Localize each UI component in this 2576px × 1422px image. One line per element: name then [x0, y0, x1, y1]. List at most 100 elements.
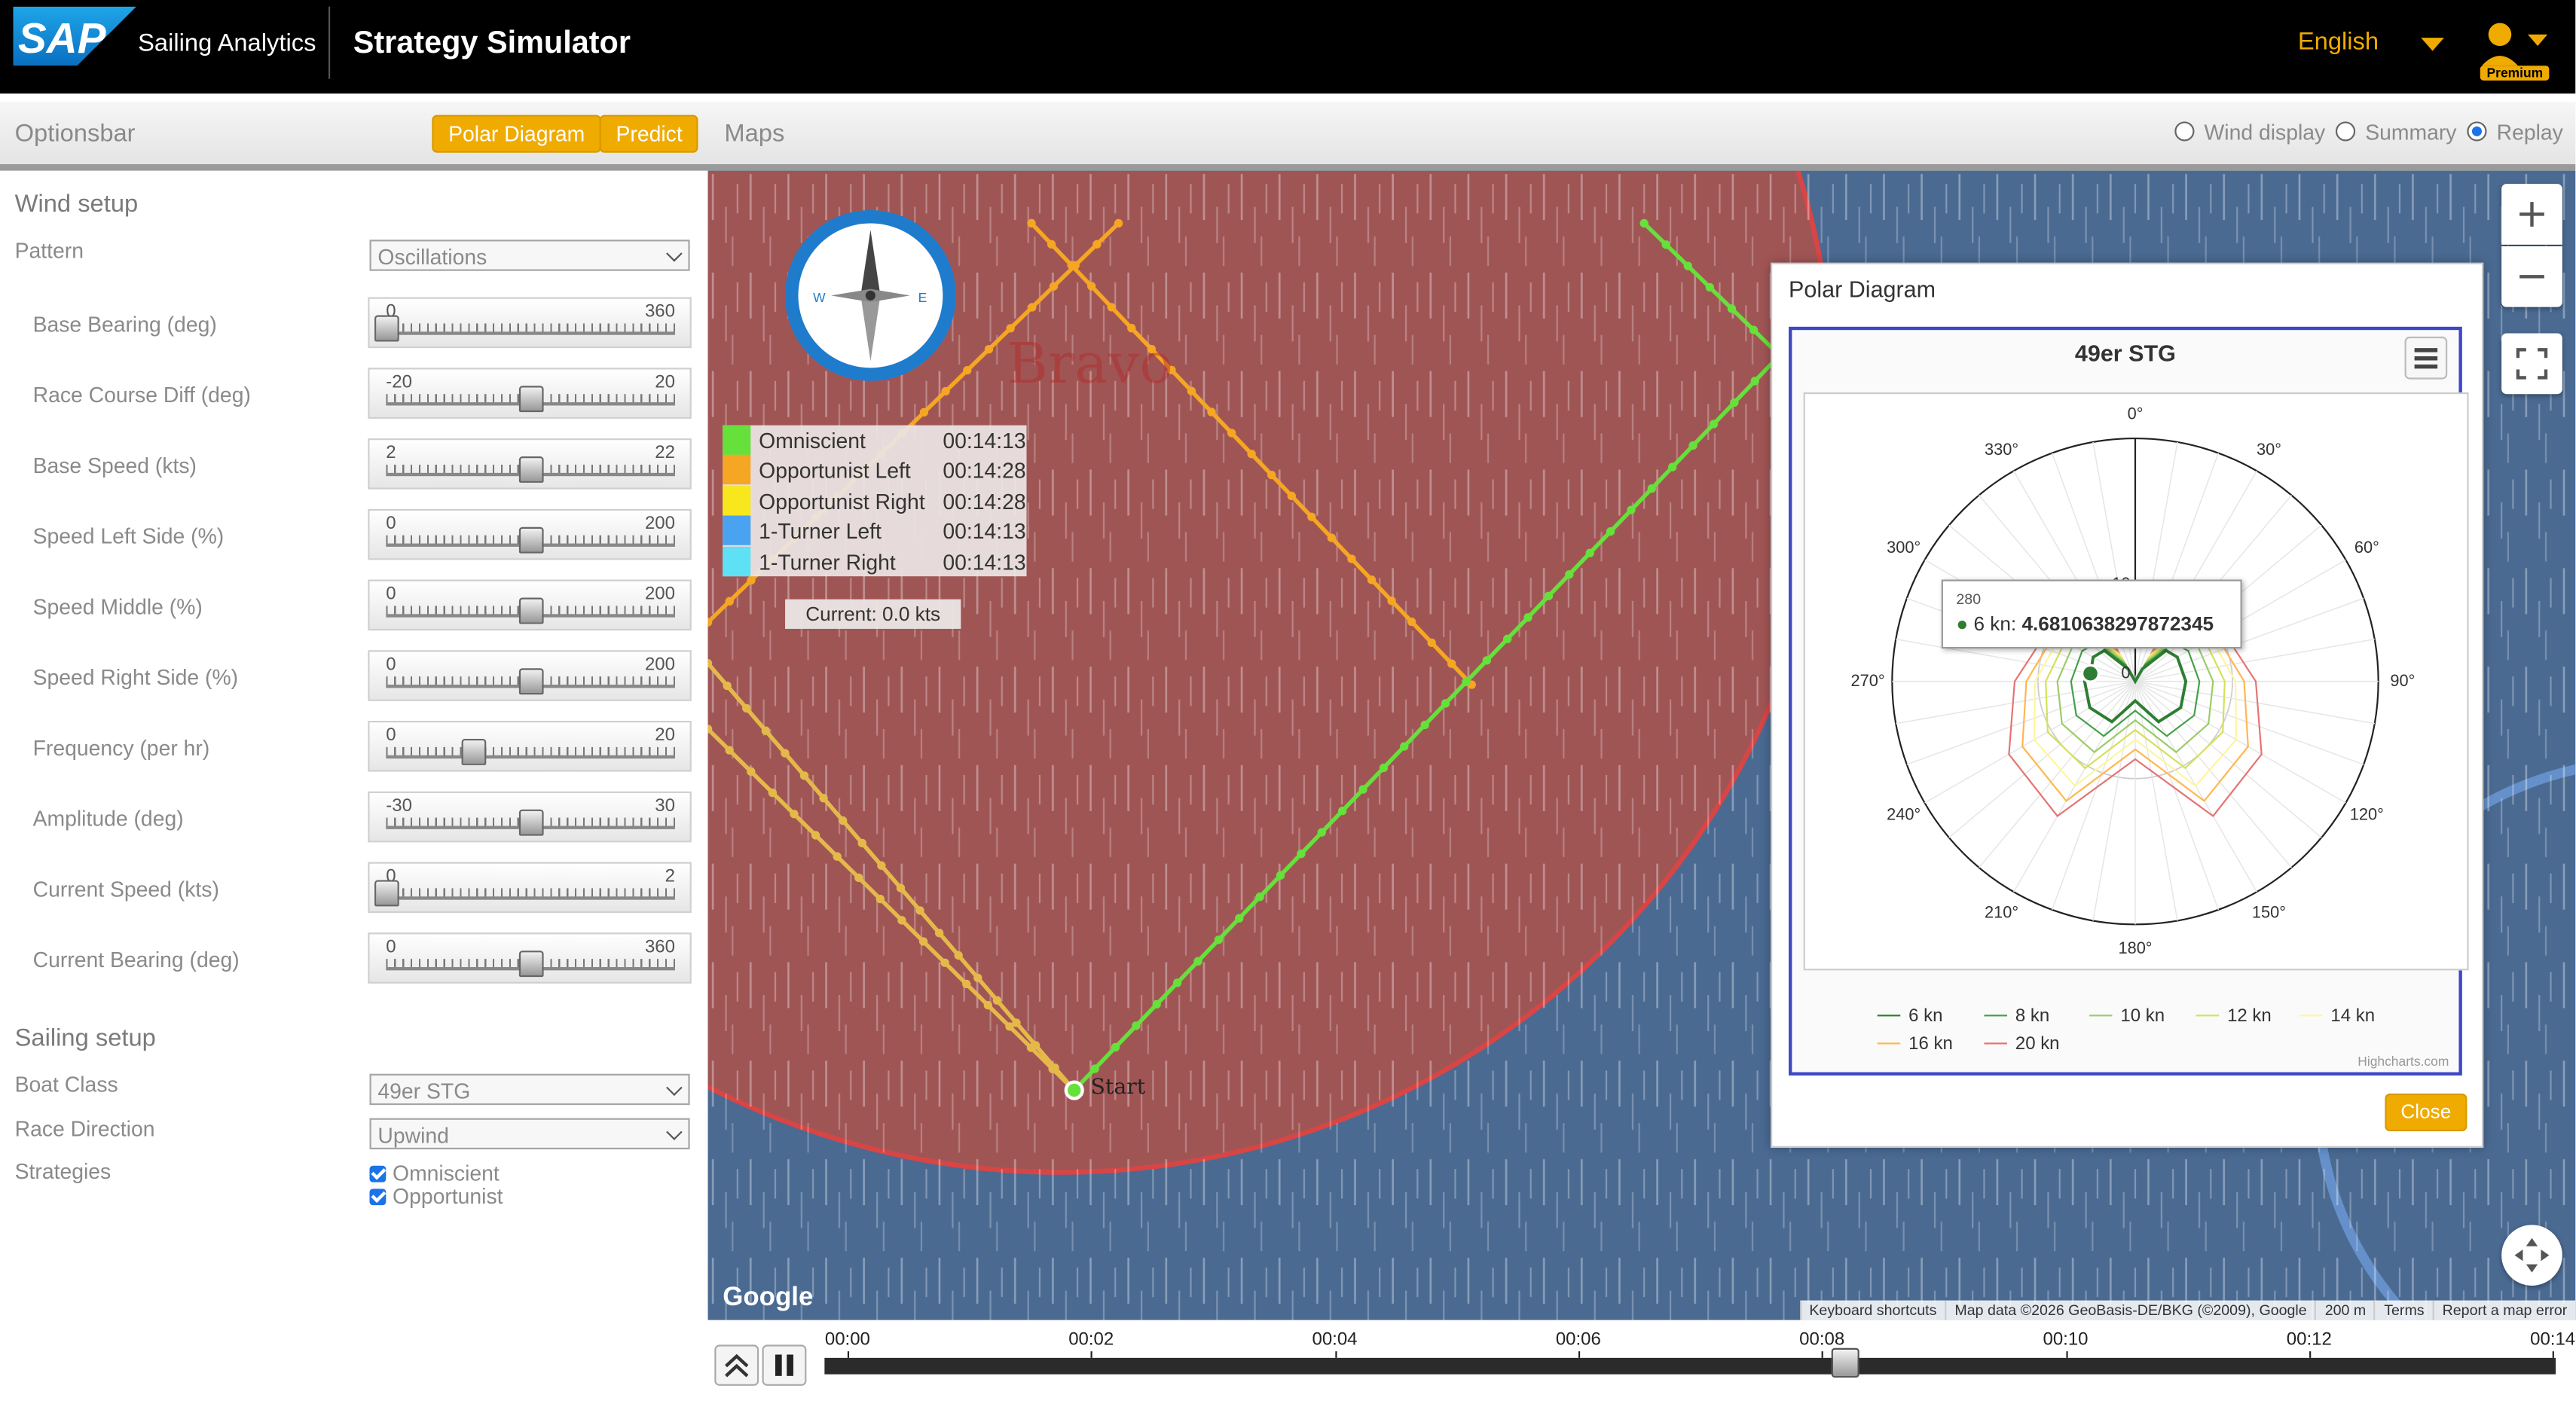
slider-min: -20 — [386, 372, 412, 393]
legend-label: 6 kn — [1908, 1006, 1943, 1027]
language-selector[interactable]: English — [2298, 28, 2379, 56]
polar-svg: 0° 30° 60° 90° 120° 150° 180° 210° 240° 270° 300° 3… — [1851, 404, 2416, 957]
slider-track[interactable] — [386, 755, 675, 759]
legend-swatch — [723, 515, 751, 546]
legend-line — [1984, 1042, 2007, 1045]
legend-label: 8 kn — [2015, 1006, 2050, 1027]
fullscreen-icon — [2516, 348, 2548, 380]
zoom-in-button[interactable] — [2501, 184, 2562, 245]
legend-time: 00:14:28 — [943, 489, 1026, 514]
slider[interactable]: 02 — [368, 862, 692, 914]
page-title: Strategy Simulator — [353, 26, 631, 61]
slider-handle[interactable] — [374, 880, 399, 907]
dialog-title: Polar Diagram — [1789, 276, 1936, 303]
legend-item[interactable]: 16 kn — [1877, 1034, 1953, 1054]
chevron-down-icon[interactable] — [2421, 38, 2444, 51]
pause-button[interactable] — [762, 1344, 807, 1386]
slider-label: Current Speed (kts) — [32, 877, 219, 902]
angle-tick-label: 30° — [2257, 440, 2281, 459]
radio-label: Summary — [2365, 120, 2457, 145]
slider[interactable]: -20 20 — [368, 368, 692, 419]
legend-swatch — [723, 545, 751, 576]
race-direction-select[interactable]: Upwind — [369, 1118, 690, 1149]
scale-bar[interactable]: 200 m — [2315, 1300, 2375, 1320]
radio-icon[interactable] — [2335, 121, 2356, 142]
radio-summary[interactable]: Summary — [2335, 120, 2457, 145]
slider-handle[interactable] — [518, 597, 544, 624]
slider[interactable]: 0 20 — [368, 721, 692, 772]
sap-logo[interactable]: SAP — [13, 6, 136, 66]
track-point — [1255, 893, 1264, 902]
slider-handle[interactable] — [518, 456, 544, 483]
checkbox-icon[interactable] — [369, 1165, 387, 1182]
track-point — [1688, 441, 1697, 450]
track-point — [1462, 677, 1471, 687]
chart-credits[interactable]: Highcharts.com — [2358, 1054, 2449, 1070]
legend-line — [1877, 1042, 1901, 1045]
hovered-point[interactable] — [2080, 664, 2101, 683]
legend-row: 1-Turner Left 00:14:13 — [723, 515, 1026, 546]
tooltip-category: 280 — [1956, 590, 1982, 608]
timeline-tick — [1091, 1351, 1093, 1358]
legend-item[interactable]: 20 kn — [1984, 1034, 2060, 1054]
slider[interactable]: 2 22 — [368, 438, 692, 490]
slider[interactable]: 0 200 — [368, 579, 692, 631]
slider-handle[interactable] — [518, 951, 544, 978]
timeline-handle[interactable] — [1831, 1347, 1859, 1378]
close-button[interactable]: Close — [2385, 1093, 2468, 1132]
slider-track[interactable] — [386, 896, 675, 900]
timeline-tick — [847, 1351, 850, 1358]
legend-item[interactable]: 8 kn — [1984, 1006, 2050, 1027]
strategy-checkbox-omniscient[interactable]: Omniscient — [369, 1161, 500, 1186]
zoom-out-button[interactable] — [2501, 246, 2562, 307]
chart-menu-button[interactable] — [2404, 336, 2448, 380]
camera-control-button[interactable] — [2501, 1225, 2562, 1286]
terms-link[interactable]: Terms — [2374, 1300, 2432, 1320]
slider-handle[interactable] — [461, 739, 486, 765]
slider-handle[interactable] — [374, 315, 399, 342]
legend-item[interactable]: 6 kn — [1877, 1006, 1943, 1027]
report-error-link[interactable]: Report a map error — [2432, 1300, 2576, 1320]
slider-handle[interactable] — [518, 386, 544, 413]
timeline-label: 00:14 — [2530, 1329, 2576, 1350]
legend-line — [1984, 1015, 2007, 1017]
fullscreen-button[interactable] — [2501, 333, 2562, 395]
track-point — [1297, 849, 1306, 859]
radio-icon[interactable] — [2467, 121, 2487, 142]
slider[interactable]: -30 30 — [368, 791, 692, 843]
legend-row: 1-Turner Right 00:14:13 — [723, 545, 1026, 576]
track-point — [725, 597, 734, 606]
slider[interactable]: 0 200 — [368, 508, 692, 560]
radio-icon[interactable] — [2174, 121, 2195, 142]
checkbox-icon[interactable] — [369, 1189, 387, 1206]
legend-item[interactable]: 14 kn — [2299, 1006, 2375, 1027]
slider-max: 200 — [644, 584, 675, 605]
legend-swatch — [723, 425, 751, 455]
track-point — [857, 838, 866, 848]
pattern-select[interactable]: Oscillations — [369, 240, 690, 271]
slider-max: 30 — [655, 796, 675, 816]
slider[interactable]: 0 200 — [368, 650, 692, 701]
slider-handle[interactable] — [518, 809, 544, 836]
slider[interactable]: 0 360 — [368, 932, 692, 984]
timeline-slider[interactable] — [824, 1357, 2556, 1375]
slider-track[interactable] — [386, 331, 675, 335]
radio-replay[interactable]: Replay — [2467, 120, 2563, 145]
track-point — [819, 794, 828, 803]
track-point — [1107, 303, 1116, 312]
polar-diagram-button[interactable]: Polar Diagram — [432, 114, 602, 153]
legend-item[interactable]: 10 kn — [2089, 1006, 2165, 1027]
expand-button[interactable] — [714, 1344, 759, 1386]
predict-button[interactable]: Predict — [599, 114, 699, 153]
chart-plot-area[interactable]: 0° 30° 60° 90° 120° 150° 180° 210° 240° 270° 300° 3… — [1803, 392, 2469, 971]
legend-label: 16 kn — [1908, 1034, 1953, 1054]
legend-item[interactable]: 12 kn — [2196, 1006, 2272, 1027]
strategy-checkbox-opportunist[interactable]: Opportunist — [369, 1184, 503, 1208]
slider-handle[interactable] — [518, 526, 544, 554]
track-point — [941, 386, 950, 396]
boat-class-select[interactable]: 49er STG — [369, 1073, 690, 1106]
slider[interactable]: 0 360 — [368, 297, 692, 349]
slider-handle[interactable] — [518, 668, 544, 695]
radio-wind-display[interactable]: Wind display — [2174, 120, 2325, 145]
keyboard-shortcuts-link[interactable]: Keyboard shortcuts — [1799, 1300, 1945, 1320]
